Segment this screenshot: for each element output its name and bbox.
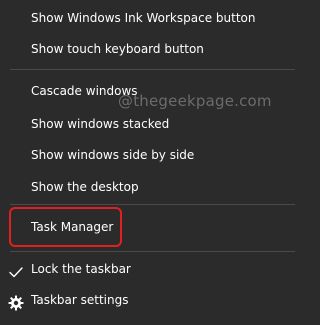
- menu-separator: [10, 69, 295, 70]
- menu-item-show-touch-keyboard-button[interactable]: Show touch keyboard button: [0, 34, 305, 64]
- menu-item-label: Lock the taskbar: [31, 262, 131, 276]
- menu-item-label: Show windows side by side: [31, 148, 195, 162]
- check-icon: [8, 261, 24, 278]
- watermark-text: @thegeekpage.com: [118, 92, 272, 110]
- task-manager-highlight-box: [9, 207, 122, 247]
- menu-item-label: Show touch keyboard button: [31, 42, 204, 56]
- taskbar-context-menu: Show Windows Ink Workspace button Show t…: [0, 0, 305, 325]
- menu-item-lock-the-taskbar[interactable]: Lock the taskbar: [0, 254, 305, 284]
- gear-icon: [8, 292, 24, 311]
- menu-item-label: Taskbar settings: [31, 293, 129, 307]
- menu-item-show-windows-stacked[interactable]: Show windows stacked: [0, 109, 305, 139]
- menu-separator: [10, 204, 295, 205]
- menu-item-show-windows-side-by-side[interactable]: Show windows side by side: [0, 140, 305, 170]
- menu-item-label: Show the desktop: [31, 180, 139, 194]
- menu-item-label: Show windows stacked: [31, 117, 170, 131]
- menu-item-taskbar-settings[interactable]: Taskbar settings: [0, 285, 305, 315]
- menu-separator: [10, 251, 295, 252]
- menu-item-label: Show Windows Ink Workspace button: [31, 11, 256, 25]
- menu-item-show-windows-ink-workspace-button[interactable]: Show Windows Ink Workspace button: [0, 3, 305, 33]
- menu-item-show-the-desktop[interactable]: Show the desktop: [0, 172, 305, 202]
